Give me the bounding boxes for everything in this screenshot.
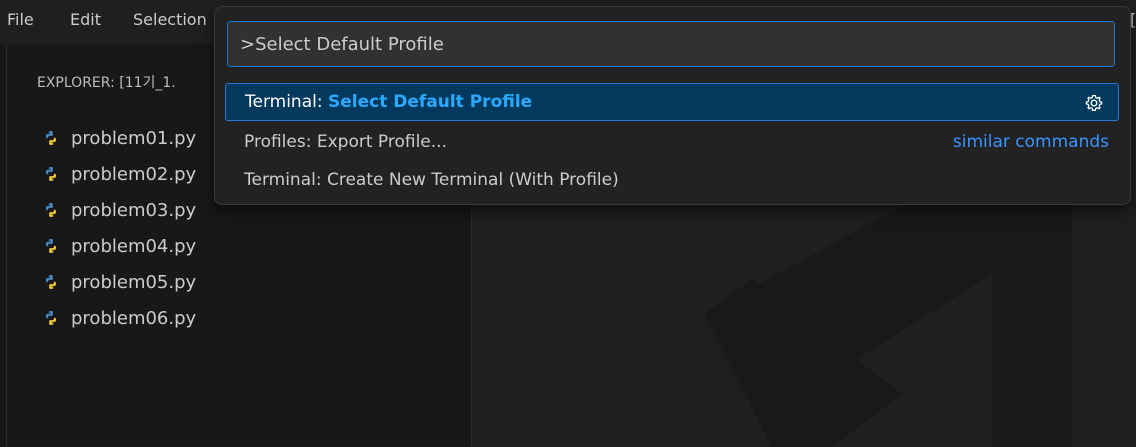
command-result[interactable]: Profiles: Export Profile... similar comm… bbox=[225, 123, 1119, 161]
file-item[interactable]: problem03.py bbox=[43, 194, 196, 228]
file-item[interactable]: problem01.py bbox=[43, 122, 196, 156]
result-match-highlight: Select Default Profile bbox=[327, 92, 533, 112]
file-name: problem06.py bbox=[71, 308, 197, 329]
file-name: problem01.py bbox=[71, 128, 197, 149]
command-input-wrapper bbox=[227, 21, 1115, 67]
file-item[interactable]: problem04.py bbox=[43, 230, 196, 264]
file-item[interactable]: problem02.py bbox=[43, 158, 196, 192]
command-palette: Terminal: Select Default Profile Profile… bbox=[214, 6, 1131, 205]
file-name: problem04.py bbox=[71, 236, 197, 257]
python-icon bbox=[46, 311, 56, 325]
activity-bar bbox=[0, 44, 7, 447]
explorer-title: EXPLORER: [11기_1. bbox=[37, 75, 176, 91]
similar-commands-hint: similar commands bbox=[952, 132, 1109, 152]
menu-file[interactable]: File bbox=[7, 0, 34, 44]
python-icon bbox=[46, 131, 56, 145]
gear-icon[interactable] bbox=[1084, 93, 1104, 113]
result-category: Terminal: bbox=[245, 92, 328, 112]
command-result-selected[interactable]: Terminal: Select Default Profile bbox=[225, 83, 1119, 121]
file-name: problem02.py bbox=[71, 164, 197, 185]
command-input[interactable] bbox=[228, 22, 1114, 66]
result-label: Terminal: Create New Terminal (With Prof… bbox=[244, 170, 619, 190]
python-icon bbox=[46, 275, 56, 289]
result-label: Profiles: Export Profile... bbox=[244, 132, 447, 152]
file-name: problem03.py bbox=[71, 200, 197, 221]
python-icon bbox=[46, 167, 56, 181]
python-icon bbox=[46, 239, 56, 253]
file-item[interactable]: problem05.py bbox=[43, 266, 196, 300]
menu-selection[interactable]: Selection bbox=[133, 0, 207, 44]
file-item[interactable]: problem06.py bbox=[43, 302, 196, 336]
command-result[interactable]: Terminal: Create New Terminal (With Prof… bbox=[225, 161, 1119, 199]
file-name: problem05.py bbox=[71, 272, 197, 293]
menu-edit[interactable]: Edit bbox=[70, 0, 101, 44]
python-icon bbox=[46, 203, 56, 217]
